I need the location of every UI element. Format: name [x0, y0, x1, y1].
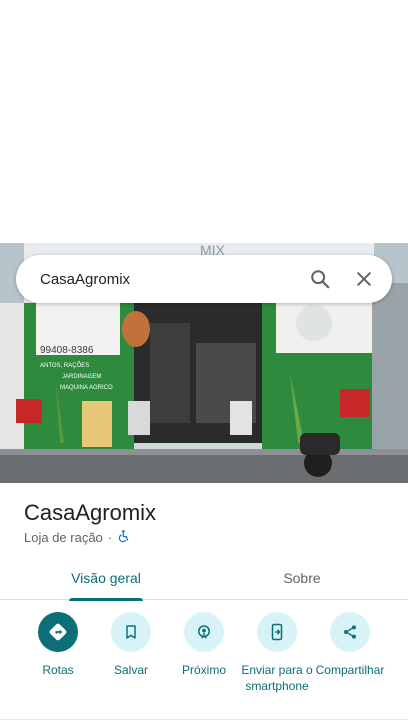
map-blank-area: [0, 0, 408, 243]
separator-dot: ·: [107, 530, 113, 545]
nearby-icon: [184, 612, 224, 652]
tab-about-label: Sobre: [283, 570, 321, 586]
nearby-label: Próximo: [181, 663, 226, 677]
wall-text-1: ANTOS, RAÇÕES: [40, 362, 89, 369]
search-icon[interactable]: [302, 261, 338, 297]
close-icon[interactable]: [346, 261, 382, 297]
save-label: Salvar: [113, 663, 148, 677]
place-subtitle: Loja de ração ·: [24, 529, 131, 546]
share-label: Compartilhar: [315, 663, 385, 677]
tab-overview-label: Visão geral: [71, 570, 141, 586]
send-to-phone-button[interactable]: Enviar para o smartphone: [239, 612, 315, 694]
share-button[interactable]: Compartilhar: [312, 612, 388, 678]
divider: [0, 719, 408, 720]
place-category: Loja de ração: [24, 530, 103, 545]
directions-label: Rotas: [42, 663, 74, 677]
share-icon: [330, 612, 370, 652]
tab-overview[interactable]: Visão geral: [38, 556, 174, 601]
directions-button[interactable]: Rotas: [20, 612, 96, 678]
tab-bar: Visão geral Sobre: [0, 556, 408, 601]
wall-text-3: MAQUINA AGRICO: [60, 385, 113, 391]
send-to-phone-icon: [257, 612, 297, 652]
place-name: CasaAgromix: [24, 500, 157, 525]
search-query[interactable]: CasaAgromix: [40, 271, 294, 288]
nearby-button[interactable]: Próximo: [166, 612, 242, 678]
phone-sign: 99408-8386: [40, 345, 94, 356]
send-to-phone-label: Enviar para o smartphone: [241, 663, 313, 693]
tab-about[interactable]: Sobre: [238, 556, 366, 600]
wall-text-2: JARDINAGEM: [62, 374, 101, 380]
action-row: Rotas Salvar Próximo Enviar para o smart…: [0, 612, 408, 712]
save-button[interactable]: Salvar: [93, 612, 169, 678]
tab-selected-indicator: [69, 598, 143, 601]
directions-icon: [38, 612, 78, 652]
bookmark-icon: [111, 612, 151, 652]
search-bar[interactable]: CasaAgromix: [16, 255, 392, 303]
wheelchair-accessible-icon: [117, 529, 131, 546]
